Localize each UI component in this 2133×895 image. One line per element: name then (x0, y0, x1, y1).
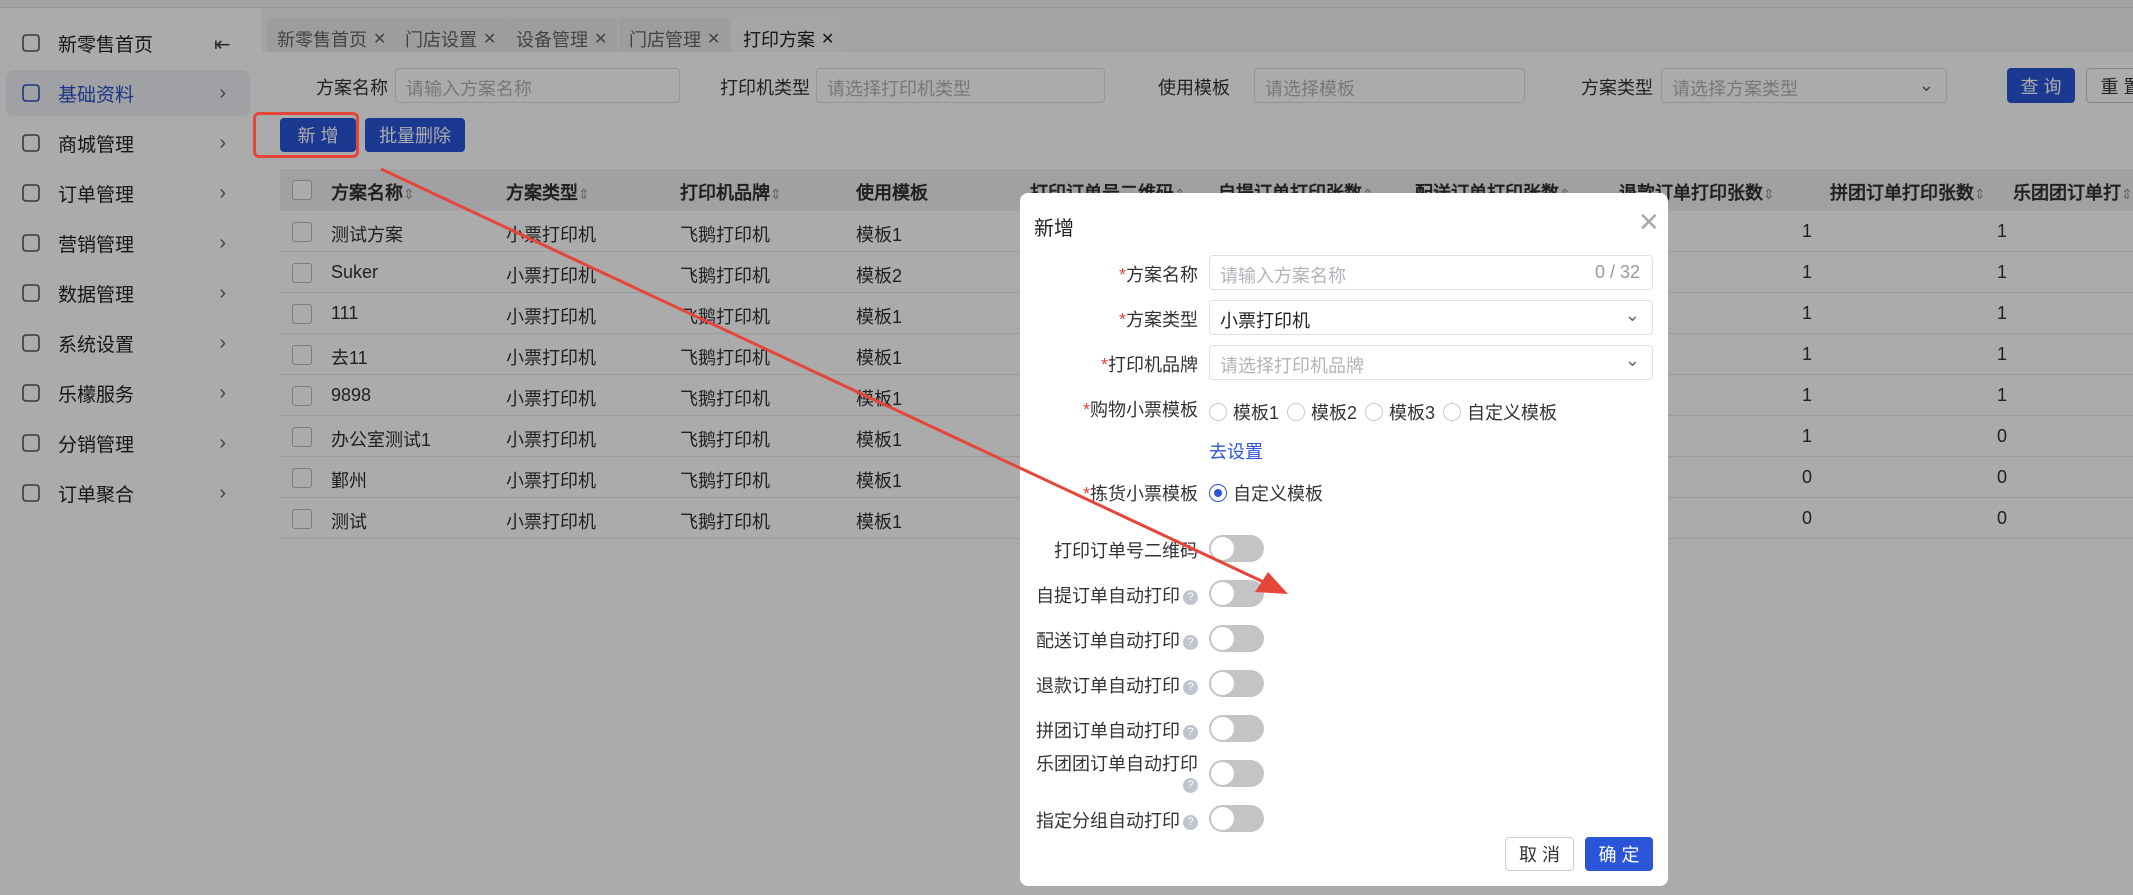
toggle-label-text: 打印订单号二维码 (1054, 541, 1198, 561)
help-icon[interactable]: ? (1183, 634, 1198, 650)
toggle-label: 乐团团订单自动打印? (1028, 754, 1198, 794)
scheme-type-value: 小票打印机 (1220, 311, 1310, 331)
toggle-label-text: 退款订单自动打印 (1036, 676, 1180, 696)
dialog-title: 新增 (1034, 218, 1074, 240)
toggle-label-text: 指定分组自动打印 (1036, 811, 1180, 831)
confirm-button[interactable]: 确 定 (1585, 837, 1653, 871)
toggle-switch[interactable] (1209, 670, 1264, 697)
radio-label: 模板1 (1233, 403, 1280, 423)
help-icon[interactable]: ? (1183, 724, 1198, 740)
shop-ticket-radio-group: 模板1 模板2 模板3 自定义模板 (1209, 399, 1565, 426)
toggle-switch[interactable] (1209, 715, 1264, 742)
radio-label: 自定义模板 (1233, 484, 1323, 504)
chevron-down-icon: ⌄ (1624, 305, 1640, 325)
radio-circle-checked (1209, 484, 1227, 502)
pick-ticket-radio-group: 自定义模板 (1209, 480, 1331, 507)
toggle-label-text: 拼团订单自动打印 (1036, 721, 1180, 741)
toggle-label: 配送订单自动打印? (1036, 627, 1198, 653)
help-icon[interactable]: ? (1183, 589, 1198, 605)
toggle-label-text: 配送订单自动打印 (1036, 631, 1180, 651)
radio-label: 模板3 (1389, 403, 1436, 423)
radio-option[interactable]: 自定义模板 (1443, 399, 1557, 425)
printer-brand-placeholder: 请选择打印机品牌 (1220, 356, 1364, 376)
help-icon[interactable]: ? (1183, 679, 1198, 695)
toggle-label: 打印订单号二维码 (1054, 537, 1198, 563)
radio-option[interactable]: 模板3 (1365, 399, 1435, 425)
radio-custom-template[interactable]: 自定义模板 (1209, 480, 1323, 506)
toggle-switch[interactable] (1209, 535, 1264, 562)
goto-settings-link[interactable]: 去设置 (1209, 438, 1263, 464)
pick-ticket-template-label: *拣货小票模板 (1082, 484, 1198, 504)
toggle-label: 指定分组自动打印? (1036, 807, 1198, 833)
toggle-label: 自提订单自动打印? (1036, 582, 1198, 608)
radio-option[interactable]: 模板2 (1287, 399, 1357, 425)
scheme-name-input[interactable]: 请输入方案名称 0 / 32 (1209, 255, 1653, 290)
toggle-switch[interactable] (1209, 580, 1264, 607)
annotation-highlight-box (253, 112, 359, 158)
toggle-label-text: 自提订单自动打印 (1036, 586, 1180, 606)
shop-ticket-template-label: *购物小票模板 (1082, 400, 1198, 420)
chevron-down-icon: ⌄ (1624, 350, 1640, 370)
radio-option[interactable]: 模板1 (1209, 399, 1279, 425)
char-counter: 0 / 32 (1594, 262, 1640, 282)
toggle-switch[interactable] (1209, 805, 1264, 832)
scheme-name-placeholder: 请输入方案名称 (1220, 266, 1346, 286)
scheme-type-select[interactable]: 小票打印机 ⌄ (1209, 300, 1653, 335)
radio-circle (1287, 403, 1306, 421)
toggle-switch[interactable] (1209, 625, 1264, 652)
radio-label: 模板2 (1311, 403, 1358, 423)
scheme-name-label: *方案名称 (1118, 265, 1198, 285)
printer-brand-select[interactable]: 请选择打印机品牌 ⌄ (1209, 345, 1653, 380)
radio-circle (1443, 403, 1462, 421)
toggle-label: 退款订单自动打印? (1036, 672, 1198, 698)
add-scheme-dialog: 新增 ✕ *方案名称 请输入方案名称 0 / 32 *方案类型 小票打印机 ⌄ *打… (1020, 193, 1668, 886)
scheme-type-label: *方案类型 (1118, 310, 1198, 330)
close-icon[interactable]: ✕ (1638, 207, 1660, 238)
cancel-button[interactable]: 取 消 (1505, 837, 1574, 871)
help-icon[interactable]: ? (1183, 777, 1198, 793)
radio-circle (1209, 403, 1227, 421)
toggle-label-text: 乐团团订单自动打印 (1036, 754, 1198, 774)
printer-brand-label: *打印机品牌 (1100, 355, 1198, 375)
radio-circle (1365, 403, 1384, 421)
help-icon[interactable]: ? (1183, 814, 1198, 830)
toggle-switch[interactable] (1209, 760, 1264, 787)
toggle-label: 拼团订单自动打印? (1036, 717, 1198, 743)
radio-label: 自定义模板 (1467, 403, 1558, 423)
